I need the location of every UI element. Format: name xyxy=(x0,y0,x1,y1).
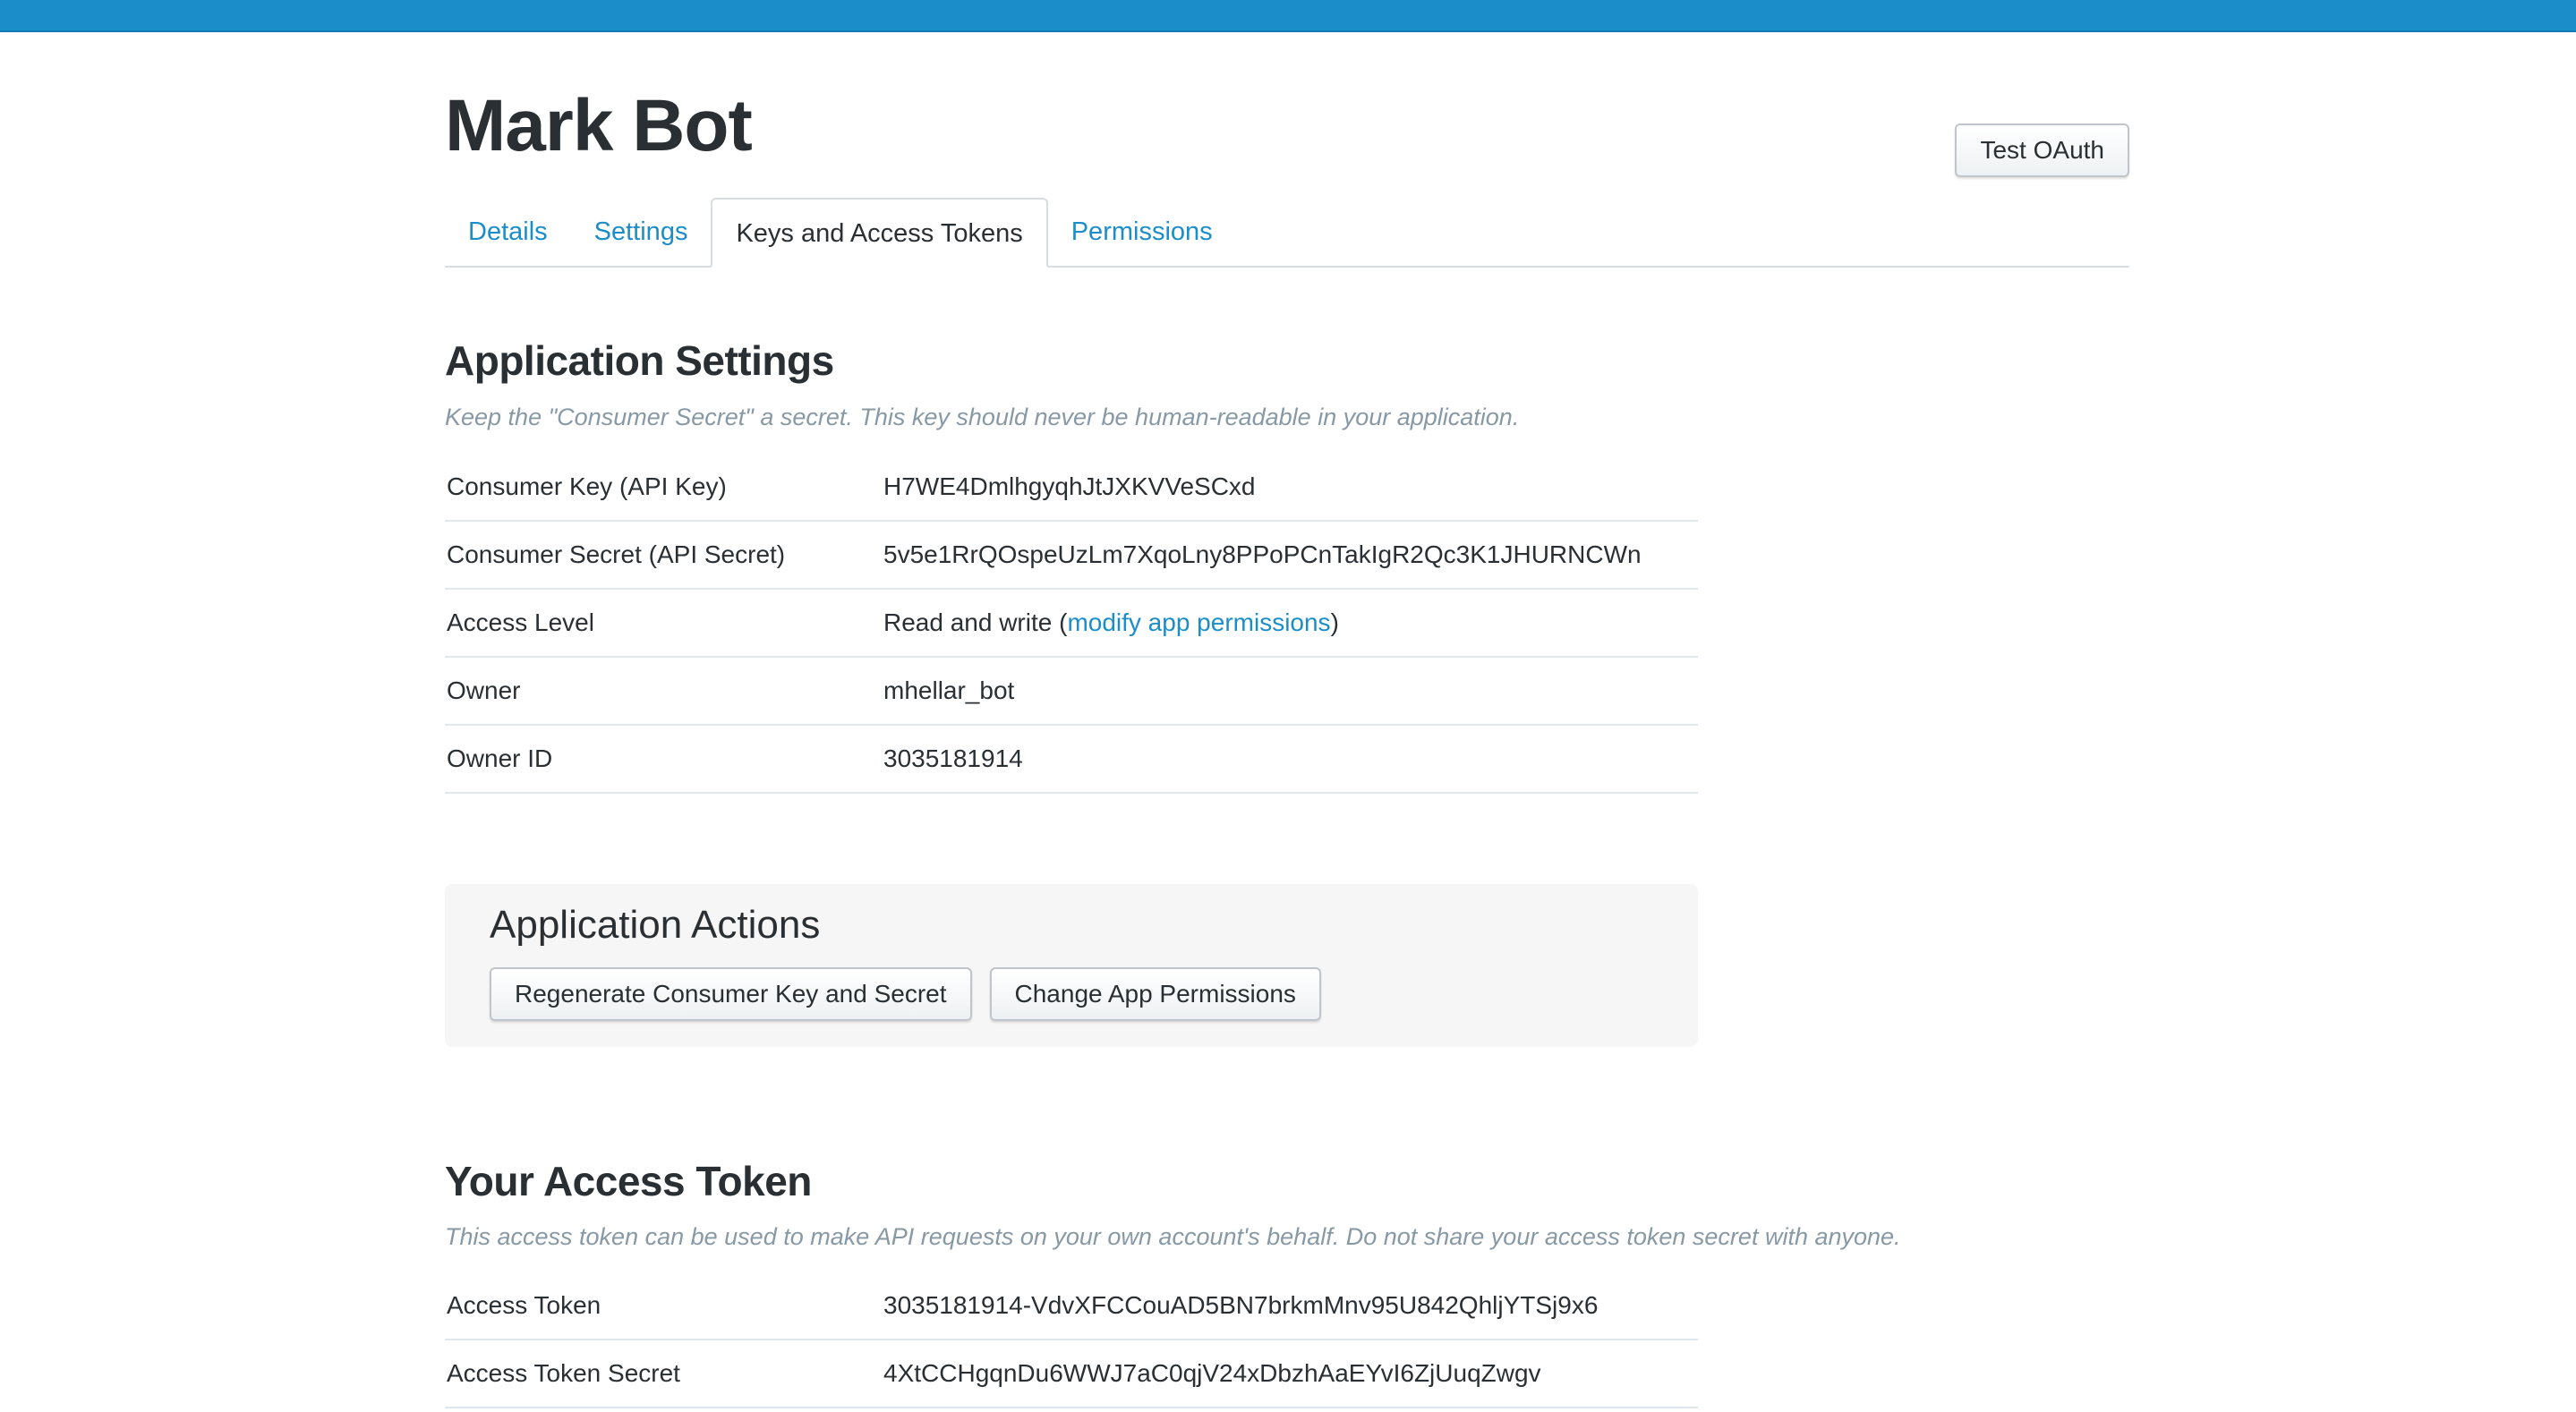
row-label: Access Token xyxy=(447,1291,601,1319)
access-level-value: Read and write (modify app permissions) xyxy=(883,608,1698,637)
access-token-value: 3035181914-VdvXFCCouAD5BN7brkmMnv95U842Q… xyxy=(883,1291,1599,1319)
row-label: Owner ID xyxy=(447,744,553,772)
table-row: Consumer Key (API Key) H7WE4DmlhgyqhJtJX… xyxy=(445,454,1698,522)
application-actions-title: Application Actions xyxy=(490,903,821,947)
application-settings-description: Keep the "Consumer Secret" a secret. Thi… xyxy=(445,404,1520,430)
modify-app-permissions-link[interactable]: modify app permissions xyxy=(1067,608,1330,636)
application-settings-title: Application Settings xyxy=(445,337,834,384)
table-row: Access Level Read and write (modify app … xyxy=(445,590,1698,658)
tab-keys-and-access-tokens[interactable]: Keys and Access Tokens xyxy=(711,198,1048,268)
consumer-key-value: H7WE4DmlhgyqhJtJXKVVeSCxd xyxy=(883,472,1256,500)
table-row: Access Token Secret 4XtCCHgqnDu6WWJ7aC0q… xyxy=(445,1340,1698,1408)
table-row: Owner mhellar_bot xyxy=(445,658,1698,726)
page-title: Mark Bot xyxy=(445,85,753,166)
application-settings-table: Consumer Key (API Key) H7WE4DmlhgyqhJtJX… xyxy=(445,454,1698,794)
top-navigation-bar xyxy=(0,0,2576,32)
owner-id-value: 3035181914 xyxy=(883,744,1023,772)
access-token-title: Your Access Token xyxy=(445,1158,812,1204)
row-label: Owner xyxy=(447,676,521,704)
owner-value: mhellar_bot xyxy=(883,676,1015,704)
tab-details[interactable]: Details xyxy=(445,198,571,266)
row-label: Consumer Key (API Key) xyxy=(447,472,727,500)
access-token-description: This access token can be used to make AP… xyxy=(445,1223,1901,1250)
consumer-secret-value: 5v5e1RrQOspeUzLm7XqoLny8PPoPCnTakIgR2Qc3… xyxy=(883,540,1642,568)
application-actions-buttons: Regenerate Consumer Key and Secret Chang… xyxy=(490,967,1321,1021)
tab-permissions[interactable]: Permissions xyxy=(1048,198,1236,266)
row-label: Access Token Secret xyxy=(447,1359,680,1387)
access-token-secret-value: 4XtCCHgqnDu6WWJ7aC0qjV24xDbzhAaEYvI6ZjUu… xyxy=(883,1359,1541,1387)
table-row: Access Token 3035181914-VdvXFCCouAD5BN7b… xyxy=(445,1272,1698,1340)
access-token-table: Access Token 3035181914-VdvXFCCouAD5BN7b… xyxy=(445,1272,1698,1408)
access-level-text: Read and write ( xyxy=(883,608,1068,636)
table-row: Owner ID 3035181914 xyxy=(445,726,1698,794)
access-level-suffix: ) xyxy=(1330,608,1339,636)
test-oauth-button[interactable]: Test OAuth xyxy=(1955,123,2129,177)
change-app-permissions-button[interactable]: Change App Permissions xyxy=(989,967,1321,1021)
regenerate-consumer-key-button[interactable]: Regenerate Consumer Key and Secret xyxy=(490,967,972,1021)
tab-bar: Details Settings Keys and Access Tokens … xyxy=(445,196,2129,268)
application-actions-panel: Application Actions Regenerate Consumer … xyxy=(445,884,1698,1047)
table-row: Consumer Secret (API Secret) 5v5e1RrQOsp… xyxy=(445,522,1698,590)
tab-settings[interactable]: Settings xyxy=(571,198,712,266)
row-label: Consumer Secret (API Secret) xyxy=(447,540,786,568)
row-label: Access Level xyxy=(447,608,594,636)
